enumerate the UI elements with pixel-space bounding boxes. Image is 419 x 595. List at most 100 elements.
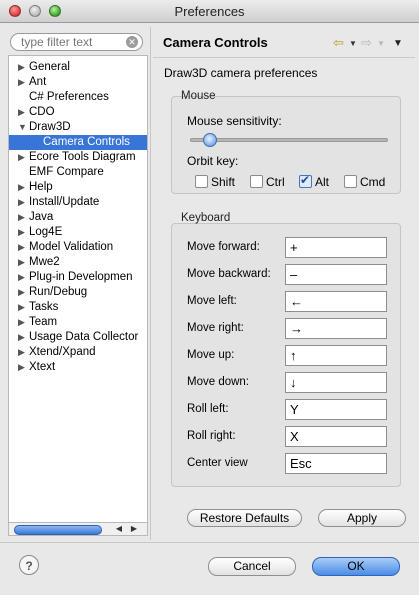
tree-item-label: Log4E	[29, 226, 63, 238]
tree-item-label: Camera Controls	[43, 136, 130, 148]
forward-arrow-icon[interactable]: ⇨	[361, 35, 372, 51]
keybinding-input[interactable]: +	[285, 237, 387, 258]
page-header: Camera Controls ⇦ ▼ ⇨ ▼ ▼	[153, 27, 415, 58]
expanded-arrow-icon[interactable]: ▼	[18, 120, 28, 135]
keybinding-row-move-forward: Move forward: +	[187, 237, 392, 259]
collapsed-arrow-icon[interactable]: ▶	[18, 150, 28, 165]
tree-item-run-debug[interactable]: ▶ Run/Debug	[9, 285, 147, 300]
tree-item-install-update[interactable]: ▶ Install/Update	[9, 195, 147, 210]
checkbox-box[interactable]	[250, 175, 263, 188]
keybinding-input[interactable]: ↑	[285, 345, 387, 366]
collapsed-arrow-icon[interactable]: ▶	[18, 345, 28, 360]
filter-field[interactable]: ✕	[10, 33, 143, 51]
page-title: Camera Controls	[163, 35, 268, 50]
tree-item-label: Team	[29, 316, 58, 328]
tree-item-label: Ecore Tools Diagram	[29, 151, 136, 163]
collapsed-arrow-icon[interactable]: ▶	[18, 180, 28, 195]
tree-item-tasks[interactable]: ▶ Tasks	[9, 300, 147, 315]
slider-knob[interactable]	[202, 133, 217, 147]
collapsed-arrow-icon[interactable]: ▶	[18, 60, 28, 75]
collapsed-arrow-icon[interactable]: ▶	[18, 360, 28, 375]
tree-item-plug-in-developmen[interactable]: ▶ Plug-in Developmen	[9, 270, 147, 285]
keybinding-row-move-up: Move up: ↑	[187, 345, 392, 367]
mouse-sensitivity-slider[interactable]	[190, 138, 388, 142]
collapsed-arrow-icon[interactable]: ▶	[18, 285, 28, 300]
back-dropdown-icon[interactable]: ▼	[349, 39, 357, 48]
collapsed-arrow-icon[interactable]: ▶	[18, 270, 28, 285]
keybinding-row-roll-right: Roll right: X	[187, 426, 392, 448]
apply-button[interactable]: Apply	[318, 509, 406, 527]
tree-item-mwe2[interactable]: ▶ Mwe2	[9, 255, 147, 270]
help-icon[interactable]: ?	[19, 555, 39, 575]
tree-item-model-validation[interactable]: ▶ Model Validation	[9, 240, 147, 255]
cancel-button[interactable]: Cancel	[208, 557, 296, 576]
collapsed-arrow-icon[interactable]: ▶	[18, 195, 28, 210]
restore-defaults-button[interactable]: Restore Defaults	[187, 509, 302, 527]
keybinding-label: Move down:	[187, 376, 250, 388]
checkbox-box[interactable]	[195, 175, 208, 188]
scrollbar-thumb[interactable]	[14, 525, 102, 535]
tree-item-general[interactable]: ▶ General	[9, 60, 147, 75]
tree-item-xtend-xpand[interactable]: ▶ Xtend/Xpand	[9, 345, 147, 360]
page-description: Draw3D camera preferences	[164, 66, 318, 80]
tree-item-label: Usage Data Collector	[29, 331, 139, 343]
tree-item-camera-controls[interactable]: Camera Controls	[9, 135, 147, 150]
filter-input[interactable]	[21, 35, 121, 49]
collapsed-arrow-icon[interactable]: ▶	[18, 330, 28, 345]
checkbox-box[interactable]	[299, 173, 312, 188]
collapsed-arrow-icon[interactable]: ▶	[18, 240, 28, 255]
keybinding-input[interactable]: Y	[285, 399, 387, 420]
window-title: Preferences	[174, 4, 245, 19]
tree-item-label: C# Preferences	[29, 91, 109, 103]
checkbox-label: Shift	[211, 175, 236, 189]
ok-button[interactable]: OK	[312, 557, 400, 576]
tree-item-xtext[interactable]: ▶ Xtext	[9, 360, 147, 375]
tree-item-usage-data-collector[interactable]: ▶ Usage Data Collector	[9, 330, 147, 345]
collapsed-arrow-icon[interactable]: ▶	[18, 105, 28, 120]
tree-item-help[interactable]: ▶ Help	[9, 180, 147, 195]
collapsed-arrow-icon[interactable]: ▶	[18, 210, 28, 225]
view-menu-icon[interactable]: ▼	[393, 38, 403, 49]
collapsed-arrow-icon[interactable]: ▶	[18, 75, 28, 90]
tree-item-draw3d[interactable]: ▼ Draw3D	[9, 120, 147, 135]
collapsed-arrow-icon[interactable]: ▶	[18, 225, 28, 240]
collapsed-arrow-icon[interactable]: ▶	[18, 315, 28, 330]
keybinding-row-roll-left: Roll left: Y	[187, 399, 392, 421]
tree-item-ecore-tools-diagram[interactable]: ▶ Ecore Tools Diagram	[9, 150, 147, 165]
tree-item-c-preferences[interactable]: C# Preferences	[9, 90, 147, 105]
tree-item-label: Model Validation	[29, 241, 114, 253]
tree-item-label: General	[29, 61, 70, 73]
tree-item-label: Help	[29, 181, 53, 193]
tree-item-team[interactable]: ▶ Team	[9, 315, 147, 330]
tree-horizontal-scrollbar[interactable]: ◀ ▶	[8, 522, 148, 536]
keybinding-input[interactable]: X	[285, 426, 387, 447]
pane-divider[interactable]	[150, 27, 151, 540]
checkbox-label: Alt	[315, 175, 330, 189]
collapsed-arrow-icon[interactable]: ▶	[18, 300, 28, 315]
tree-item-label: Plug-in Developmen	[29, 271, 133, 283]
forward-dropdown-icon[interactable]: ▼	[377, 39, 385, 48]
orbit-key-label: Orbit key:	[187, 154, 239, 168]
back-arrow-icon[interactable]: ⇦	[333, 35, 344, 51]
mouse-group-label: Mouse	[181, 90, 216, 102]
scroll-left-icon[interactable]: ◀	[113, 523, 125, 535]
tree-item-cdo[interactable]: ▶ CDO	[9, 105, 147, 120]
keybinding-input[interactable]: Esc	[285, 453, 387, 474]
scroll-right-icon[interactable]: ▶	[128, 523, 140, 535]
sidebar: ✕ ▶General▶AntC# Preferences▶CDO▼Draw3DC…	[8, 27, 148, 542]
tree-item-java[interactable]: ▶ Java	[9, 210, 147, 225]
keybinding-input[interactable]: –	[285, 264, 387, 285]
checkbox-label: Cmd	[360, 175, 386, 189]
keybinding-input[interactable]: ←	[285, 291, 387, 312]
tree-item-emf-compare[interactable]: EMF Compare	[9, 165, 147, 180]
clear-filter-icon[interactable]: ✕	[126, 36, 138, 48]
tree-item-ant[interactable]: ▶ Ant	[9, 75, 147, 90]
keybinding-input[interactable]: →	[285, 318, 387, 339]
keybinding-input[interactable]: ↓	[285, 372, 387, 393]
keybinding-label: Move right:	[187, 322, 244, 334]
checkbox-box[interactable]	[344, 175, 357, 188]
collapsed-arrow-icon[interactable]: ▶	[18, 255, 28, 270]
keyboard-group-label: Keyboard	[181, 212, 231, 224]
keybinding-row-move-backward: Move backward: –	[187, 264, 392, 286]
tree-item-log4e[interactable]: ▶ Log4E	[9, 225, 147, 240]
